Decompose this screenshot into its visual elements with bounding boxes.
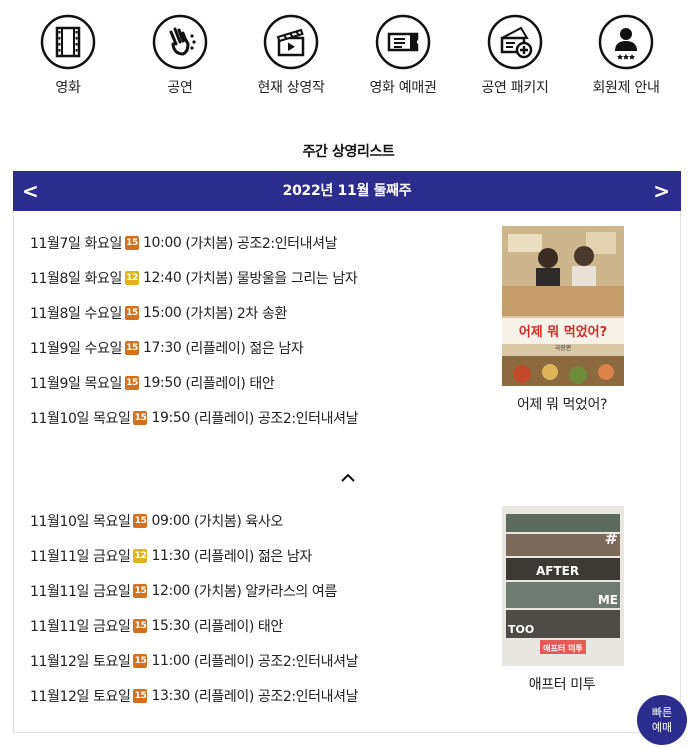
package-ticket-icon — [487, 14, 543, 70]
age-rating-badge: 15 — [133, 618, 148, 633]
movie-title: 육사오 — [245, 513, 283, 530]
schedule-date: 11월8일 화요일 — [30, 270, 122, 287]
poster-subtitle-text: 극장판 — [555, 344, 572, 352]
nav-item-performance[interactable]: 공연 — [124, 14, 236, 97]
chevron-up-icon[interactable] — [338, 470, 358, 486]
movie-title: 공조2:인터내셔날 — [257, 688, 359, 705]
performance-hand-icon — [152, 14, 208, 70]
screening-type: (리플레이) — [185, 340, 246, 357]
screening-type: (가치봄) — [193, 513, 242, 530]
schedule-time: 17:30 — [142, 339, 182, 356]
schedule-date: 11월11일 금요일 — [30, 618, 131, 635]
category-nav: 영화 공연 현재 상영작 영화 예매권 공연 패키지 회원제 안내 — [0, 14, 697, 104]
movie-title: 알카라스의 여름 — [245, 583, 337, 600]
movie-poster[interactable]: 어제 뭐 먹었어? 극장판 — [502, 226, 624, 386]
nav-item-movie[interactable]: 영화 — [12, 14, 124, 97]
poster-caption[interactable]: 어제 뭐 먹었어? — [462, 394, 662, 414]
screening-type: (가치봄) — [185, 270, 233, 287]
movie-title: 태안 — [249, 375, 275, 392]
page-title: 주간 상영리스트 — [302, 144, 395, 160]
nav-item-membership[interactable]: 회원제 안내 — [570, 14, 682, 97]
nav-label: 현재 상영작 — [257, 80, 325, 96]
screening-type: (리플레이) — [193, 618, 254, 635]
age-rating-badge: 15 — [133, 688, 148, 703]
poster-title-text: 어제 뭐 먹었어? — [519, 324, 607, 340]
schedule-time: 12:40 — [142, 269, 182, 286]
ticket-icon — [375, 14, 431, 70]
quick-booking-button[interactable]: 빠른 예매 — [637, 695, 687, 745]
schedule-time: 19:50 — [142, 374, 182, 391]
nav-label: 영화 예매권 — [369, 80, 437, 96]
movie-title: 젊은 남자 — [257, 548, 312, 565]
movie-title: 공조2:인터내셔날 — [257, 410, 359, 427]
screening-type: (리플레이) — [193, 688, 254, 705]
week-title: 2022년 11월 둘째주 — [282, 183, 412, 199]
movie-title: 2차 송환 — [236, 305, 287, 322]
member-icon — [598, 14, 654, 70]
age-rating-badge: 15 — [124, 340, 139, 355]
quick-booking-label: 예매 — [651, 721, 673, 734]
movie-title: 태안 — [257, 618, 283, 635]
movie-title: 공조2:인터내셔날 — [257, 653, 359, 670]
poster-hash-text: # — [605, 529, 618, 548]
clapperboard-icon — [263, 14, 319, 70]
nav-label: 영화 — [55, 80, 81, 96]
age-rating-badge: 12 — [133, 548, 148, 563]
movie-title: 공조2:인터내셔날 — [236, 235, 338, 252]
schedule-date: 11월10일 목요일 — [30, 410, 131, 427]
nav-item-performance-package[interactable]: 공연 패키지 — [459, 14, 571, 97]
nav-label: 공연 패키지 — [481, 80, 549, 96]
schedule-date: 11월10일 목요일 — [30, 513, 131, 530]
screening-type: (리플레이) — [185, 375, 246, 392]
poster-caption[interactable]: 애프터 미투 — [462, 674, 662, 694]
schedule-list: 11월7일 화요일 15 10:00 (가치봄) 공조2:인터내셔날 11월8일… — [13, 211, 681, 733]
age-rating-badge: 12 — [124, 270, 139, 285]
schedule-time: 11:00 — [151, 652, 190, 669]
screening-type: (리플레이) — [193, 410, 254, 427]
age-rating-badge: 15 — [124, 235, 139, 250]
schedule-time: 15:00 — [142, 304, 182, 321]
schedule-time: 13:30 — [151, 687, 190, 704]
week-navigation: < 2022년 11월 둘째주 > — [13, 171, 681, 211]
schedule-date: 11월12일 토요일 — [30, 653, 131, 670]
movie-title: 젊은 남자 — [249, 340, 304, 357]
schedule-time: 09:00 — [151, 512, 190, 529]
screening-type: (가치봄) — [185, 305, 233, 322]
nav-item-movie-ticket[interactable]: 영화 예매권 — [347, 14, 459, 97]
schedule-date: 11월11일 금요일 — [30, 583, 131, 600]
nav-label: 공연 — [167, 80, 193, 96]
movie-poster[interactable]: # AFTER ME TOO 애프터 미투 — [502, 506, 624, 666]
quick-booking-label: 빠른 — [651, 706, 673, 719]
schedule-date: 11월8일 수요일 — [30, 305, 122, 322]
schedule-date: 11월9일 목요일 — [30, 375, 122, 392]
next-week-button[interactable]: > — [653, 171, 670, 211]
age-rating-badge: 15 — [133, 410, 148, 425]
poster-text-after: AFTER — [536, 564, 579, 578]
nav-label: 회원제 안내 — [592, 80, 660, 96]
schedule-time: 11:30 — [151, 547, 190, 564]
film-icon — [40, 14, 96, 70]
screening-type: (리플레이) — [193, 653, 254, 670]
schedule-date: 11월12일 토요일 — [30, 688, 131, 705]
schedule-time: 19:50 — [151, 409, 190, 426]
movie-title: 물방울을 그리는 남자 — [236, 270, 358, 287]
age-rating-badge: 15 — [133, 513, 148, 528]
age-rating-badge: 15 — [133, 583, 148, 598]
poster-text-me: ME — [598, 593, 618, 607]
schedule-time: 15:30 — [151, 617, 190, 634]
nav-item-now-showing[interactable]: 현재 상영작 — [235, 14, 347, 97]
poster-title-text: 애프터 미투 — [543, 643, 583, 653]
poster-text-too: TOO — [508, 623, 534, 636]
screening-type: (가치봄) — [193, 583, 242, 600]
schedule-date: 11월11일 금요일 — [30, 548, 131, 565]
age-rating-badge: 15 — [124, 375, 139, 390]
screening-type: (가치봄) — [185, 235, 233, 252]
schedule-time: 12:00 — [151, 582, 190, 599]
age-rating-badge: 15 — [133, 653, 148, 668]
schedule-date: 11월9일 수요일 — [30, 340, 122, 357]
schedule-time: 10:00 — [142, 234, 182, 251]
age-rating-badge: 15 — [124, 305, 139, 320]
screening-type: (리플레이) — [193, 548, 254, 565]
schedule-date: 11월7일 화요일 — [30, 235, 122, 252]
